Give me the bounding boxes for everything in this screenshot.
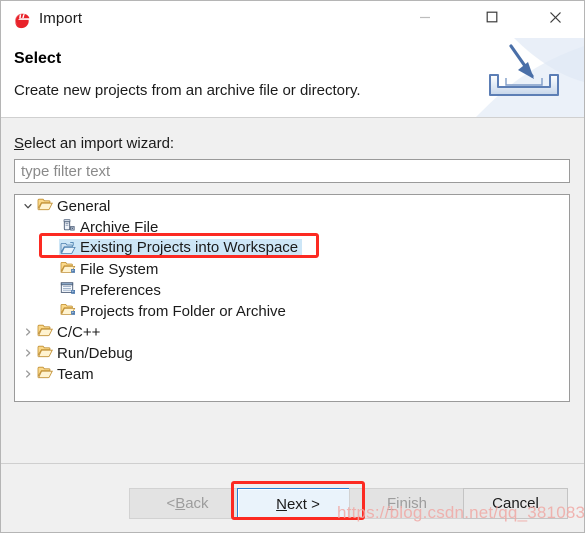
dialog-footer: < Back Next > Finish Cancel (1, 463, 584, 532)
tree-item-label: Projects from Folder or Archive (80, 302, 286, 320)
back-mnemonic: B (175, 495, 186, 512)
tree-item[interactable]: Team (15, 363, 569, 384)
minimize-icon[interactable] (402, 1, 447, 33)
tree-item-content: Run/Debug (36, 344, 137, 362)
tree-item-label: File System (80, 260, 159, 278)
dialog-header: Select Create new projects from an archi… (1, 38, 584, 118)
tree-item-content: Preferences (59, 281, 165, 299)
folder-open-icon (36, 197, 54, 211)
tree-item[interactable]: General (15, 195, 569, 216)
finish-suffix: inish (396, 495, 428, 512)
tree-item-label: Team (57, 365, 94, 383)
tree-item-label: Archive File (80, 218, 159, 236)
tree-item-content: Existing Projects into Workspace (59, 239, 303, 256)
window-title: Import (39, 10, 83, 27)
tree-field-label: Select an import wizard: (14, 135, 174, 152)
tree-item-label: Existing Projects into Workspace (80, 239, 299, 256)
tree-item[interactable]: Existing Projects into Workspace (15, 237, 569, 258)
project-import-icon (59, 241, 77, 255)
next-button-label: Next > (238, 489, 358, 520)
tree-item[interactable]: File System (15, 258, 569, 279)
next-button[interactable]: Next > (237, 488, 359, 520)
preferences-window-icon (59, 281, 77, 295)
folder-import-icon (59, 260, 77, 274)
archive-file-icon (59, 218, 77, 232)
tree-item-content: General (36, 197, 114, 215)
finish-button[interactable]: Finish (349, 488, 465, 519)
filter-input[interactable] (14, 159, 570, 183)
tree-label-rest: elect an import wizard: (24, 135, 175, 152)
page-description: Create new projects from an archive file… (14, 82, 361, 99)
tree-item-label: Run/Debug (57, 344, 133, 362)
tree-item-label: C/C++ (57, 323, 101, 341)
back-button[interactable]: < Back (129, 488, 246, 519)
tree-item-content: Projects from Folder or Archive (59, 302, 290, 320)
next-suffix: ext > (286, 496, 320, 513)
folder-open-icon (36, 344, 54, 358)
tree-item[interactable]: Run/Debug (15, 342, 569, 363)
folder-import-icon (59, 302, 77, 316)
finish-mnemonic: F (386, 495, 397, 512)
back-suffix: ack (185, 495, 209, 512)
tree-item[interactable]: C/C++ (15, 321, 569, 342)
eclipse-logo-icon (12, 10, 32, 30)
tree-item[interactable]: Archive File (15, 216, 569, 237)
import-dialog: Import Select Create new projects from a… (0, 0, 585, 533)
tree-item-label: Preferences (80, 281, 161, 299)
tree-item-content: C/C++ (36, 323, 104, 341)
title-bar: Import (1, 1, 584, 38)
close-icon[interactable] (533, 1, 578, 33)
page-title: Select (14, 50, 62, 67)
back-prefix: < (166, 495, 176, 512)
dialog-body: Select an import wizard: General Archive … (1, 119, 584, 463)
back-button-label: < Back (130, 489, 245, 518)
tree-item-content: Team (36, 365, 98, 383)
tree-item[interactable]: Preferences (15, 279, 569, 300)
chevron-right-icon[interactable] (20, 369, 36, 379)
tree-label-mnemonic: S (14, 135, 25, 152)
tree-item-label: General (57, 197, 111, 215)
folder-open-icon (36, 323, 54, 337)
chevron-down-icon[interactable] (20, 201, 36, 211)
finish-button-label: Finish (350, 489, 464, 518)
maximize-icon[interactable] (469, 1, 514, 33)
next-mnemonic: N (276, 496, 287, 513)
cancel-button[interactable]: Cancel (463, 488, 568, 519)
tree-item-content: File System (59, 260, 162, 278)
chevron-right-icon[interactable] (20, 348, 36, 358)
import-tray-arrow-icon (466, 38, 584, 117)
import-wizard-tree[interactable]: General Archive File Existing Projects int… (14, 194, 570, 402)
cancel-button-label: Cancel (492, 495, 539, 512)
folder-open-icon (36, 365, 54, 379)
chevron-right-icon[interactable] (20, 327, 36, 337)
tree-item[interactable]: Projects from Folder or Archive (15, 300, 569, 321)
tree-item-content: Archive File (59, 218, 162, 236)
